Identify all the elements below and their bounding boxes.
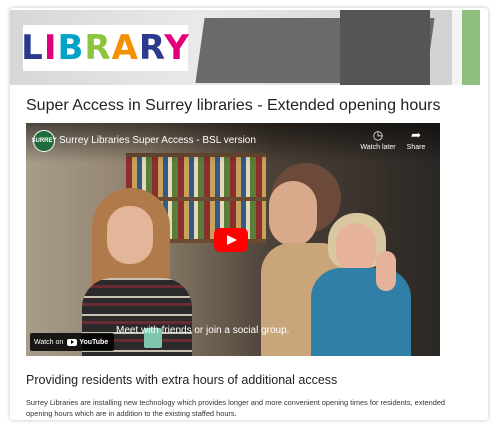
library-logo: LIBRARY <box>21 25 190 71</box>
channel-avatar-icon[interactable]: SURREY <box>31 130 57 152</box>
video-player[interactable]: SURREY Surrey Libraries Super Access - B… <box>26 123 440 356</box>
share-icon: ➦ <box>410 128 422 142</box>
logo-letter: R <box>84 28 112 68</box>
library-banner: LIBRARY <box>10 10 480 85</box>
share-button[interactable]: ➦ Share <box>394 128 438 152</box>
share-label: Share <box>406 144 426 151</box>
body <box>311 268 411 356</box>
section-heading: Providing residents with extra hours of … <box>26 373 338 387</box>
face <box>336 223 376 273</box>
banner-shape <box>462 10 480 85</box>
logo-letter: R <box>138 28 165 68</box>
banner-shape <box>452 10 462 85</box>
channel-label: SURREY <box>31 138 57 144</box>
video-title[interactable]: Surrey Libraries Super Access - BSL vers… <box>59 135 256 146</box>
youtube-logo: YouTube <box>67 338 109 346</box>
logo-letter: B <box>57 28 85 68</box>
section-paragraph: Surrey Libraries are installing new tech… <box>26 398 446 418</box>
watch-on-youtube-button[interactable]: Watch on YouTube <box>30 333 114 351</box>
page-title: Super Access in Surrey libraries - Exten… <box>26 97 441 114</box>
watch-later-label: Watch later <box>360 144 396 151</box>
library-logo-text: LIBRARY <box>21 31 190 65</box>
bsl-signer <box>306 213 440 356</box>
logo-letter: L <box>21 28 44 68</box>
youtube-play-icon <box>67 338 78 346</box>
face <box>107 206 153 264</box>
video-caption: Meet with friends or join a social group… <box>116 325 290 336</box>
logo-letter: I <box>43 28 58 68</box>
play-button[interactable] <box>214 228 248 252</box>
hand <box>376 251 396 291</box>
logo-letter: Y <box>164 28 190 68</box>
watch-on-label: Watch on <box>34 338 64 346</box>
logo-letter: A <box>111 28 139 68</box>
banner-shape <box>340 10 430 85</box>
youtube-label: YouTube <box>79 338 109 346</box>
